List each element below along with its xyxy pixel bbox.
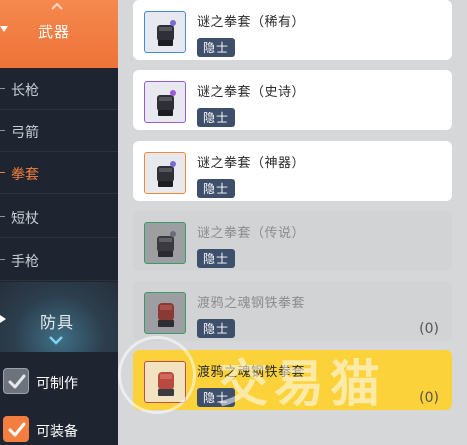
raven-gauntlet-icon xyxy=(158,372,174,396)
gauntlet-icon xyxy=(157,90,176,116)
item-name: 谜之拳套（传说） xyxy=(197,226,306,241)
dash-icon xyxy=(0,216,5,217)
filter-craftable[interactable]: 可制作 xyxy=(0,364,118,404)
item-name: 谜之拳套（稀有） xyxy=(197,15,306,30)
filter-equippable-label: 可装备 xyxy=(36,424,78,440)
dash-icon xyxy=(0,259,5,260)
item-thumbnail xyxy=(144,292,186,334)
item-list: 谜之拳套（稀有） 隐士 谜之拳套（史诗） 隐士 谜之拳套（神器） 隐士 谜之拳套… xyxy=(133,0,453,445)
item-card[interactable]: 谜之拳套（传说） 隐士 xyxy=(133,211,452,271)
class-tag: 隐士 xyxy=(197,319,236,338)
item-card[interactable]: 谜之拳套（史诗） 隐士 xyxy=(133,70,452,130)
gauntlet-icon xyxy=(157,231,176,257)
gauntlet-icon xyxy=(157,161,176,187)
sidebar-item-gauntlet[interactable]: 拳套 xyxy=(0,152,118,194)
sidebar-item-spear[interactable]: 长枪 xyxy=(0,68,118,110)
item-card[interactable]: 谜之拳套（神器） 隐士 xyxy=(133,141,452,201)
item-thumbnail xyxy=(144,11,186,53)
checkmark-icon xyxy=(8,374,26,389)
chevron-up-icon[interactable] xyxy=(51,2,63,10)
sidebar-item-label: 拳套 xyxy=(11,167,39,183)
sidebar-item-label: 短杖 xyxy=(11,211,39,227)
sidebar-item-label: 长枪 xyxy=(11,83,39,99)
owned-count: (0) xyxy=(419,321,439,337)
dash-icon xyxy=(0,172,5,173)
category-armor-label: 防具 xyxy=(40,313,75,332)
class-tag: 隐士 xyxy=(197,179,236,198)
checkmark-icon xyxy=(8,422,26,437)
category-sidebar: 武器 长枪 弓箭 拳套 短杖 手枪 防具 可制作 可装备 xyxy=(0,0,118,445)
filter-craftable-label: 可制作 xyxy=(36,376,78,392)
class-tag: 隐士 xyxy=(197,249,236,268)
chevron-down-icon xyxy=(49,336,63,345)
class-tag: 隐士 xyxy=(197,38,236,57)
checkbox-equippable[interactable] xyxy=(3,416,29,442)
dash-icon xyxy=(0,88,5,89)
class-tag: 隐士 xyxy=(197,388,236,407)
item-name: 谜之拳套（神器） xyxy=(197,156,306,171)
item-thumbnail xyxy=(144,152,186,194)
class-tag: 隐士 xyxy=(197,108,236,127)
sidebar-item-label: 手枪 xyxy=(11,254,39,270)
gauntlet-icon xyxy=(157,20,176,46)
caret-down-icon xyxy=(0,26,8,32)
sidebar-item-pistol[interactable]: 手枪 xyxy=(0,239,118,281)
item-thumbnail xyxy=(144,81,186,123)
raven-gauntlet-icon xyxy=(158,303,174,327)
filter-equippable[interactable]: 可装备 xyxy=(0,412,118,445)
item-name: 渡鸦之魂钢铁拳套 xyxy=(197,365,306,380)
sidebar-item-bow[interactable]: 弓箭 xyxy=(0,110,118,152)
item-name: 渡鸦之魂钢铁拳套 xyxy=(197,296,306,311)
item-thumbnail xyxy=(144,222,186,264)
item-card[interactable]: 渡鸦之魂钢铁拳套 隐士 (0) xyxy=(133,281,452,341)
category-weapon[interactable]: 武器 xyxy=(0,0,118,68)
item-card[interactable]: 谜之拳套（稀有） 隐士 xyxy=(133,0,452,60)
sidebar-item-wand[interactable]: 短杖 xyxy=(0,196,118,238)
sidebar-item-label: 弓箭 xyxy=(11,125,39,141)
checkbox-craftable[interactable] xyxy=(3,368,29,394)
item-name: 谜之拳套（史诗） xyxy=(197,85,306,100)
category-armor[interactable]: 防具 xyxy=(0,282,118,352)
owned-count: (0) xyxy=(419,390,439,406)
dash-icon xyxy=(0,130,5,131)
category-weapon-label: 武器 xyxy=(38,23,71,41)
caret-right-icon xyxy=(0,315,6,323)
item-thumbnail xyxy=(144,361,186,403)
item-card-selected[interactable]: 渡鸦之魂钢铁拳套 隐士 (0) xyxy=(133,350,452,410)
